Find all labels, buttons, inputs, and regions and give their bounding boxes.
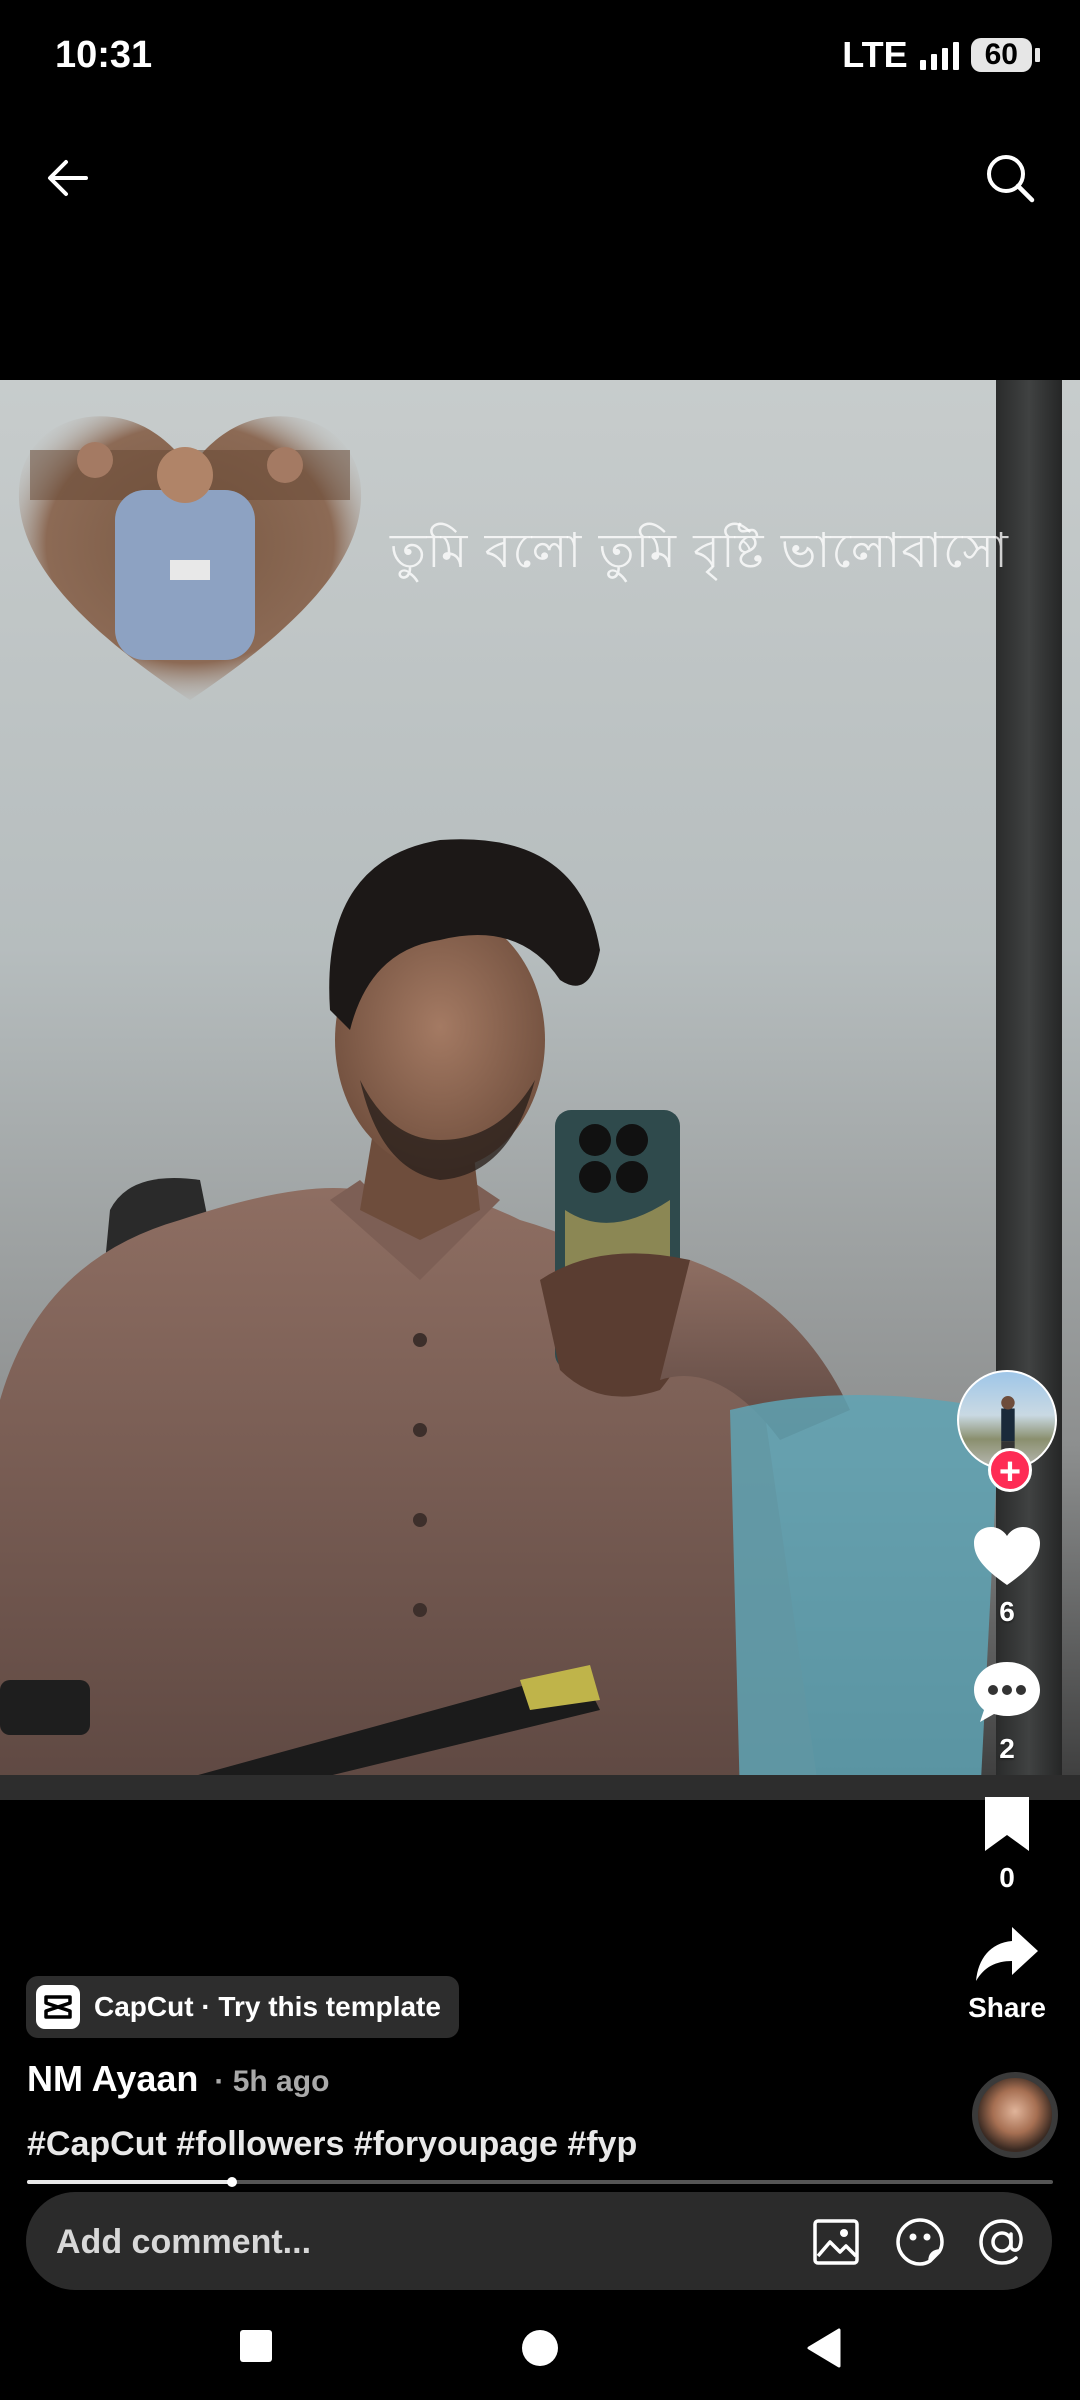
author-line: NM Ayaan · 5h ago	[27, 2058, 329, 2100]
comment-input[interactable]	[54, 2192, 758, 2292]
comment-count: 2	[999, 1733, 1015, 1764]
signal-icon	[919, 40, 959, 70]
capcut-template-chip[interactable]: CapCut · Try this template	[26, 1976, 459, 2038]
author-name[interactable]: NM Ayaan	[27, 2058, 198, 2099]
follow-button[interactable]: +	[988, 1448, 1032, 1493]
share-icon	[976, 1927, 1038, 1981]
battery-icon: 60	[970, 38, 1040, 72]
arrow-left-icon[interactable]	[40, 150, 96, 206]
system-nav-bar	[0, 2300, 1080, 2400]
comment-button[interactable]: 2	[952, 1660, 1062, 1765]
recents-icon[interactable]	[238, 2328, 274, 2364]
home-icon[interactable]	[520, 2328, 560, 2368]
save-count: 0	[999, 1862, 1015, 1893]
video-progress-bar[interactable]	[27, 2177, 1053, 2187]
battery-level: 60	[970, 38, 1032, 72]
network-label: LTE	[842, 34, 908, 75]
comment-icon	[974, 1662, 1040, 1722]
mention-icon[interactable]	[976, 2216, 1028, 2268]
video-overlay-text: তুমি বলো তুমি বৃষ্টি ভালোবাসো	[390, 523, 1009, 579]
video-progress-fill	[27, 2180, 233, 2184]
like-count: 6	[999, 1596, 1015, 1627]
status-indicators: LTE 60	[842, 34, 1040, 76]
post-time: · 5h ago	[214, 2065, 330, 2098]
post-caption[interactable]: #CapCut #followers #foryoupage #fyp	[27, 2125, 637, 2164]
video-progress-knob[interactable]	[227, 2177, 238, 2187]
bookmark-icon	[985, 1797, 1029, 1851]
back-nav-icon[interactable]	[805, 2328, 843, 2368]
search-icon[interactable]	[980, 148, 1040, 208]
sticker-icon[interactable]	[894, 2216, 946, 2268]
comment-bar	[26, 2192, 1052, 2292]
video-player[interactable]: তুমি বলো তুমি বৃষ্টি ভালোবাসো	[0, 380, 1080, 1800]
heart-icon	[974, 1527, 1040, 1585]
capcut-icon	[36, 1985, 80, 2029]
share-button[interactable]: Share	[952, 1925, 1062, 2024]
capcut-template-label: CapCut · Try this template	[94, 1991, 441, 2022]
status-bar: 10:31 LTE 60	[0, 0, 1080, 115]
like-button[interactable]: 6	[952, 1525, 1062, 1628]
top-bar	[0, 130, 1080, 230]
share-label: Share	[968, 1992, 1046, 2023]
status-time: 10:31	[55, 34, 153, 76]
image-icon[interactable]	[810, 2216, 862, 2268]
save-button[interactable]: 0	[952, 1795, 1062, 1894]
heart-photo-inset	[18, 416, 362, 700]
music-disc-avatar[interactable]	[972, 2072, 1058, 2158]
